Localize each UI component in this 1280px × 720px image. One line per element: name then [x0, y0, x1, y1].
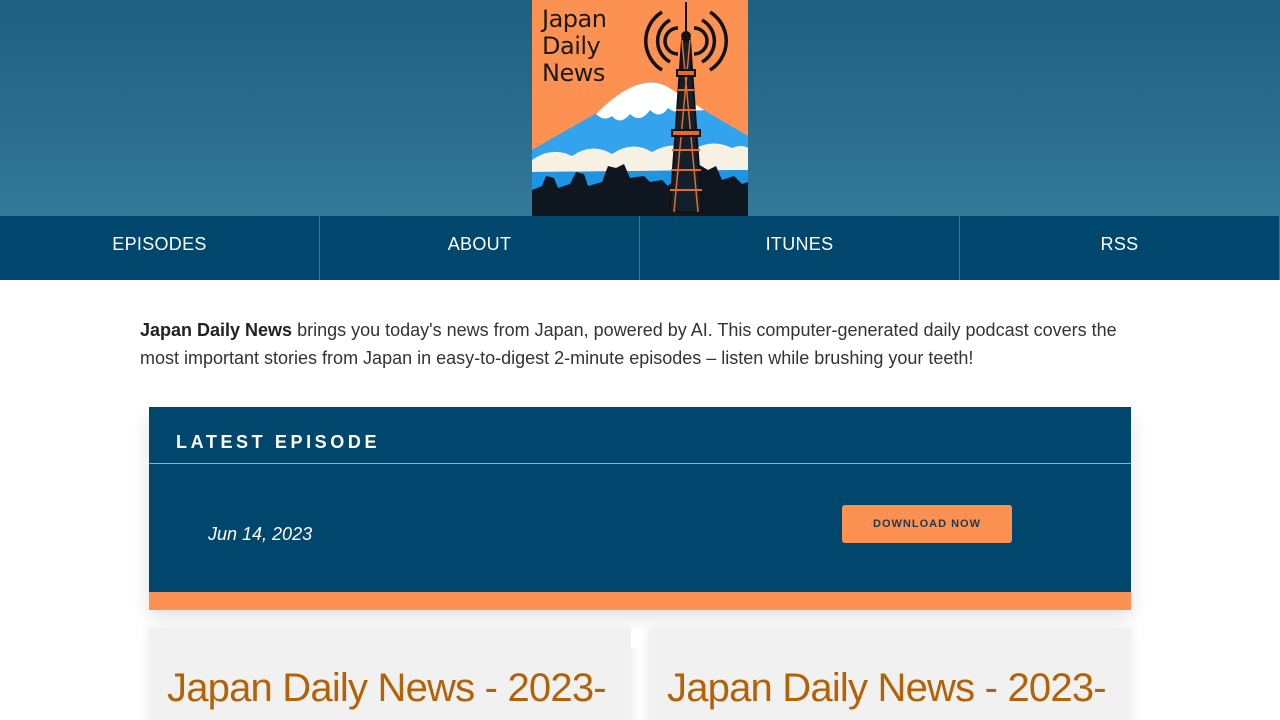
nav-item-episodes[interactable]: EPISODES [0, 216, 320, 280]
intro-paragraph: Japan Daily News brings you today's news… [140, 316, 1140, 372]
intro-brand: Japan Daily News [140, 320, 293, 340]
episode-card[interactable]: Japan Daily News - 2023- [149, 628, 631, 720]
logo-line: News [542, 59, 605, 87]
nav-item-itunes[interactable]: ITUNES [640, 216, 960, 280]
download-now-button[interactable]: DOWNLOAD NOW [842, 505, 1012, 543]
latest-episode-panel: LATEST EPISODE Jun 14, 2023 DOWNLOAD NOW [149, 407, 1131, 610]
latest-episode-heading: LATEST EPISODE [176, 432, 381, 452]
episode-title[interactable]: Japan Daily News - 2023- [167, 666, 607, 711]
site-header: Japan Daily News [0, 0, 1280, 216]
main-nav: EPISODES ABOUT ITUNES RSS [0, 216, 1280, 280]
episode-title[interactable]: Japan Daily News - 2023- [667, 666, 1107, 711]
divider [149, 463, 1131, 464]
logo-wordmark: Japan Daily News [542, 6, 652, 87]
card-gap [631, 628, 649, 648]
logo-line: Japan [542, 5, 607, 33]
episode-date: Jun 14, 2023 [208, 524, 313, 544]
accent-bar [149, 592, 1131, 610]
logo-line: Daily [542, 32, 601, 60]
nav-item-about[interactable]: ABOUT [320, 216, 640, 280]
episode-card[interactable]: Japan Daily News - 2023- [649, 628, 1131, 720]
podcast-logo[interactable]: Japan Daily News [532, 0, 748, 216]
nav-item-rss[interactable]: RSS [960, 216, 1280, 280]
